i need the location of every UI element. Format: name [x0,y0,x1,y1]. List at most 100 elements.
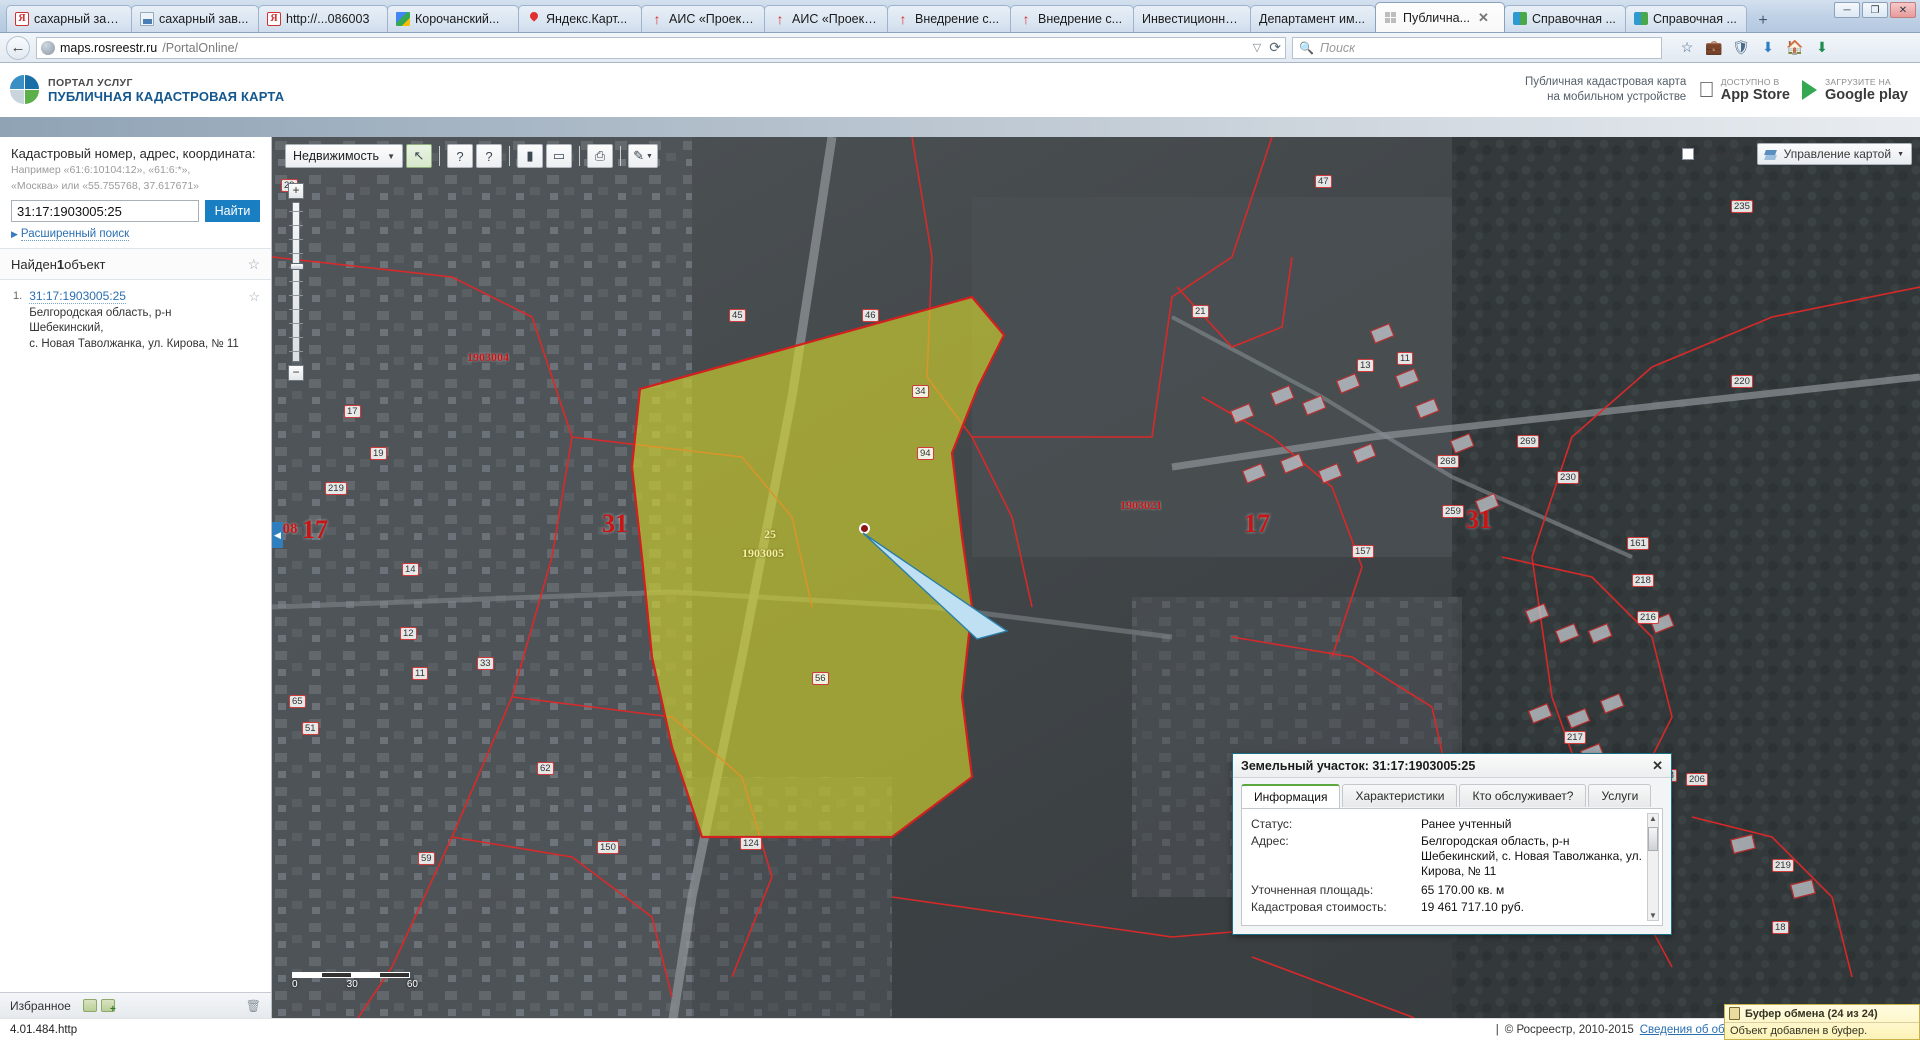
url-dropdown-icon[interactable]: ▽ [1253,41,1261,54]
green-download-icon[interactable]: ⬇ [1813,39,1831,57]
area-icon: ▭ [552,148,566,163]
star-icon[interactable]: ☆ [247,256,260,273]
tab-label: Публична... [1403,10,1471,25]
parcel-number-label: 51 [302,722,319,735]
pencil-icon: ✎ [633,148,644,163]
help-tool-button[interactable]: ? [447,144,473,168]
browser-tab-7[interactable]: ↑ АИС «Проект... [764,5,888,32]
cadastral-search-input[interactable] [11,200,199,222]
list-item[interactable]: 1. 31:17:1903005:25 Белгородская область… [0,289,271,352]
zoom-out-button[interactable]: − [288,365,304,381]
minimize-button[interactable]: ─ [1834,2,1860,18]
print-tool-button[interactable]: ⎙ [587,144,613,168]
advanced-search-link[interactable]: ▶ Расширенный поиск [11,228,260,241]
briefcase-icon[interactable]: 💼 [1705,39,1723,57]
result-cadastral-number[interactable]: 31:17:1903005:25 [29,289,126,304]
download-icon[interactable]: ⬇ [1759,39,1777,57]
parcel-number-label: 150 [597,841,619,854]
parcel-number-label: 157 [1352,545,1374,558]
browser-tabstrip: Я сахарный зав... сахарный зав... Я http… [0,0,1920,33]
scale-label-1: 30 [346,979,358,990]
panel-collapse-button[interactable]: ◀ [272,522,283,548]
info-value: 65 170.00 кв. м [1421,883,1505,897]
clipboard-toast[interactable]: Буфер обмена (24 из 24) Объект добавлен … [1724,1004,1920,1040]
checkbox-icon [1682,148,1695,160]
chevron-down-icon: ▼ [1897,150,1904,158]
parcel-number-label: 65 [289,695,306,708]
address-bar[interactable]: maps.rosreestr.ru /PortalOnline/ ▽ ⟳ [36,36,1286,59]
info-key: Статус: [1251,817,1293,831]
maximize-button[interactable]: ❐ [1862,2,1888,18]
appstore-big-label: App Store [1720,87,1790,103]
parcel-number-label: 13 [1357,359,1374,372]
parcel-number-label: 216 [1637,611,1659,624]
trash-icon[interactable]: 🗑 [246,999,261,1013]
info-row-value: Кадастровая стоимость: 19 461 717.10 руб… [1251,900,1658,915]
scroll-down-icon[interactable]: ▼ [1649,911,1657,920]
browser-tab-13[interactable]: Справочная ... [1504,5,1626,32]
app-version: 4.01.484.http [10,1023,78,1036]
scrollbar-thumb[interactable] [1648,827,1658,851]
measure-tool-button[interactable]: ▮ [517,144,543,168]
browser-search-input[interactable]: 🔍 Поиск [1292,36,1662,59]
ruler-icon: ▮ [526,148,534,163]
legend-checkbox[interactable]: Легенда [1682,147,1745,161]
new-tab-button[interactable]: + [1750,10,1776,32]
browser-tab-4[interactable]: Корочанский... [387,5,519,32]
star-icon[interactable]: ☆ [1678,39,1696,57]
yandex-icon: Я [267,12,281,26]
browser-tab-12-active[interactable]: Публична... ✕ [1375,2,1505,32]
reload-icon[interactable]: ⟳ [1269,39,1281,56]
zoom-in-button[interactable]: + [288,183,304,199]
browser-tab-14[interactable]: Справочная ... [1625,5,1747,32]
find-button[interactable]: Найти [205,200,260,222]
info-key: Адрес: [1251,834,1289,848]
app-store-badge[interactable]:  Доступно в App Store [1698,77,1790,103]
browser-tab-5[interactable]: Яндекс.Карт... [518,5,642,32]
close-window-button[interactable]: ✕ [1890,2,1916,18]
tab-label: Услуги [1601,789,1639,803]
popup-scrollbar[interactable]: ▲ ▼ [1647,813,1659,921]
tab-label: Внедрение с... [915,12,1000,26]
zoom-slider-handle[interactable] [290,263,304,270]
browser-tab-8[interactable]: ↑ Внедрение с... [887,5,1011,32]
close-icon[interactable]: ✕ [1652,758,1663,774]
scroll-up-icon[interactable]: ▲ [1649,814,1657,823]
tab-information[interactable]: Информация [1241,784,1341,808]
home-icon[interactable]: 🏠 [1786,39,1804,57]
map-canvas[interactable]: Недвижимость ▼ ↖ ? ? ▮ ▭ ⎙ ✎ ▼ Легенда У… [272,137,1920,1018]
add-favorites-icon[interactable] [100,999,116,1015]
tab-close-icon[interactable]: ✕ [1478,10,1489,26]
chevron-down-icon: ▼ [645,152,653,160]
browser-tab-3[interactable]: Я http://...086003 [258,5,388,32]
rosreestr-logo-icon [10,75,40,105]
browser-tab-6[interactable]: ↑ АИС «Проект... [641,5,765,32]
browser-tab-1[interactable]: Я сахарный зав... [6,5,132,32]
browser-tab-10[interactable]: Инвестиционные... [1133,5,1251,32]
shield-icon[interactable]: 🛡 [1732,39,1750,57]
star-icon[interactable]: ☆ [248,289,260,352]
block-label: 1903021 [1120,498,1162,512]
parcel-number-label: 11 [1397,352,1413,365]
area-tool-button[interactable]: ▭ [546,144,572,168]
parcel-number-label: 206 [1686,773,1708,786]
draw-tool-button[interactable]: ✎ ▼ [628,144,658,168]
export-favorites-icon[interactable] [82,999,97,1012]
browser-tab-2[interactable]: сахарный зав... [131,5,259,32]
realty-type-select[interactable]: Недвижимость ▼ [285,144,403,168]
google-play-badge[interactable]: ЗАГРУЗИТЕ НА Google play [1802,77,1908,103]
info-tool-button[interactable]: ? [476,144,502,168]
browser-tab-9[interactable]: ↑ Внедрение с... [1010,5,1134,32]
browser-tab-11[interactable]: Департамент им... [1250,5,1376,32]
scale-label-2: 60 [406,979,418,990]
selected-parcel-block-label: 1903005 [742,546,784,560]
tab-services[interactable]: Услуги [1588,784,1652,807]
back-button[interactable]: ← [6,35,30,60]
manage-map-button[interactable]: Управление картой ▼ [1756,143,1912,165]
tab-characteristics[interactable]: Характеристики [1342,784,1458,807]
tab-who-serves[interactable]: Кто обслуживает? [1459,784,1587,807]
pointer-tool-button[interactable]: ↖ [406,144,432,168]
toast-body: Объект добавлен в буфер. [1730,1025,1868,1037]
zoom-slider-track[interactable] [289,202,304,362]
site-header: ПОРТАЛ УСЛУГ ПУБЛИЧНАЯ КАДАСТРОВАЯ КАРТА… [0,63,1920,117]
